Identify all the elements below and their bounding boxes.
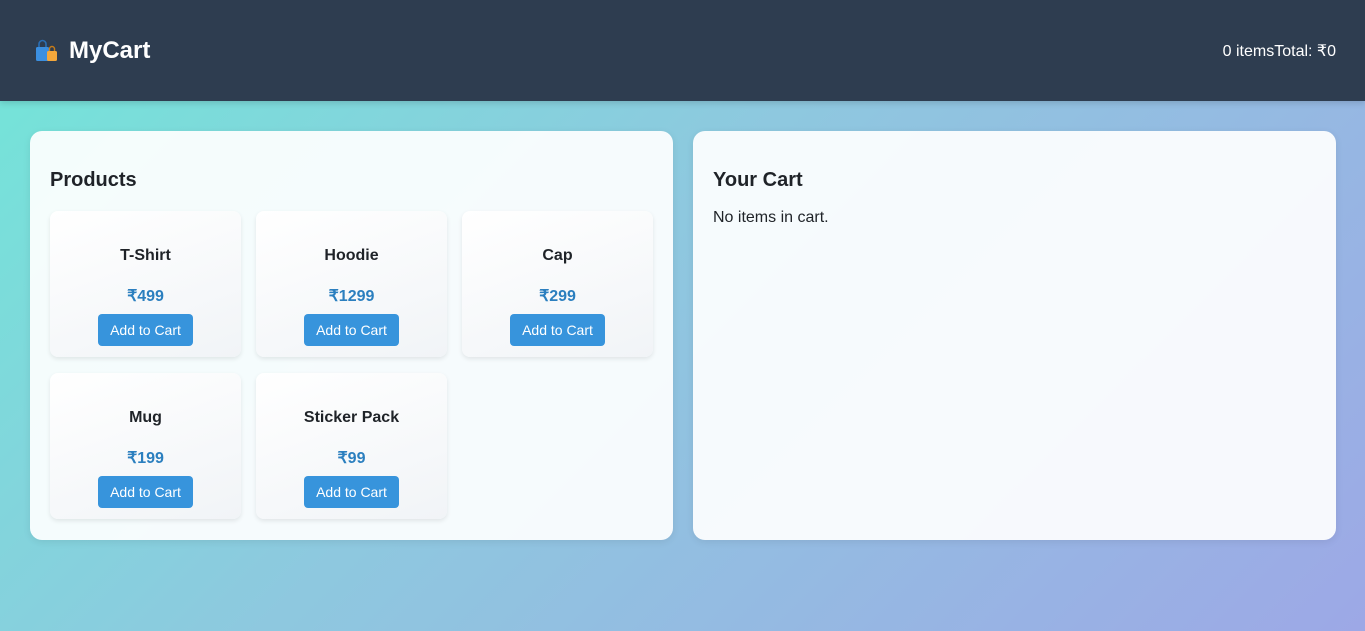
add-to-cart-button[interactable]: Add to Cart (98, 314, 193, 346)
app-header: MyCart 0 itemsTotal: ₹0 (0, 0, 1365, 101)
add-to-cart-button[interactable]: Add to Cart (98, 476, 193, 508)
add-to-cart-button[interactable]: Add to Cart (304, 314, 399, 346)
product-name: T-Shirt (120, 247, 171, 264)
product-name: Cap (542, 247, 573, 264)
product-name: Sticker Pack (303, 409, 400, 426)
products-panel: Products T-Shirt ₹499 Add to Cart Hoodie… (30, 131, 673, 540)
product-price: ₹499 (127, 288, 164, 305)
cart-title: Your Cart (713, 169, 803, 191)
brand: MyCart (33, 37, 150, 65)
cart-total: Total: ₹0 (1274, 42, 1336, 60)
product-name: Mug (129, 409, 162, 426)
main-content: Products T-Shirt ₹499 Add to Cart Hoodie… (0, 101, 1365, 540)
product-card: Mug ₹199 Add to Cart (50, 373, 241, 519)
cart-empty-message: No items in cart. (713, 209, 829, 226)
product-name: Hoodie (324, 247, 379, 264)
products-title: Products (50, 169, 137, 191)
product-card: Cap ₹299 Add to Cart (462, 211, 653, 357)
product-price: ₹299 (539, 288, 576, 305)
product-price: ₹199 (127, 450, 164, 467)
product-card: T-Shirt ₹499 Add to Cart (50, 211, 241, 357)
cart-panel: Your Cart No items in cart. (693, 131, 1336, 540)
add-to-cart-button[interactable]: Add to Cart (304, 476, 399, 508)
add-to-cart-button[interactable]: Add to Cart (510, 314, 605, 346)
item-count: 0 items (1222, 42, 1275, 60)
product-price: ₹1299 (328, 288, 375, 305)
product-card: Sticker Pack ₹99 Add to Cart (256, 373, 447, 519)
product-price: ₹99 (337, 450, 366, 467)
product-card: Hoodie ₹1299 Add to Cart (256, 211, 447, 357)
cart-summary: 0 itemsTotal: ₹0 (1223, 41, 1336, 61)
product-grid: T-Shirt ₹499 Add to Cart Hoodie ₹1299 Ad… (50, 211, 653, 519)
shopping-bags-icon (33, 38, 59, 64)
brand-title: MyCart (69, 36, 151, 64)
